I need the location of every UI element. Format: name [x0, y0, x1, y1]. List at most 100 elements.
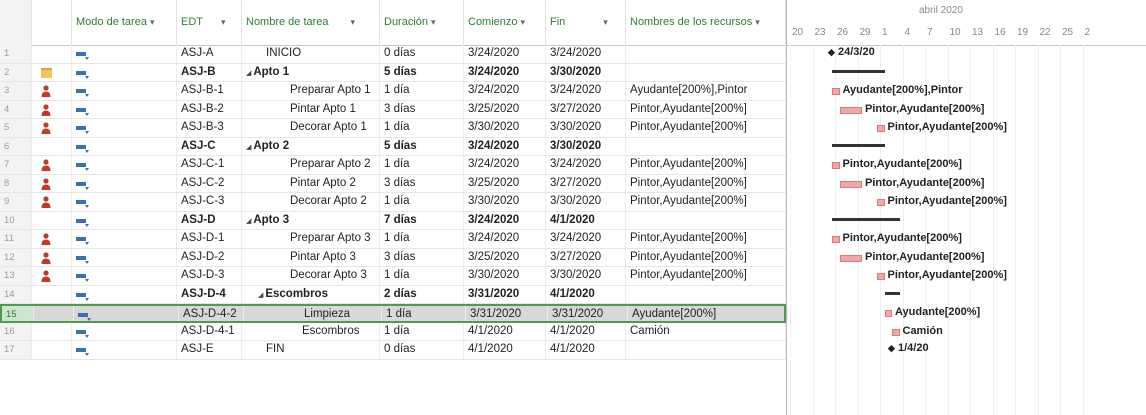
duration-cell[interactable]: 3 días [380, 100, 464, 118]
row-number[interactable]: 4 [0, 100, 32, 118]
task-mode-cell[interactable] [72, 211, 177, 229]
wbs-cell[interactable]: ASJ-B-2 [177, 100, 242, 118]
row-number[interactable]: 10 [0, 211, 32, 229]
start-cell[interactable]: 3/30/2020 [464, 267, 546, 285]
task-bar[interactable] [832, 162, 840, 169]
wbs-cell[interactable]: ASJ-D-2 [177, 248, 242, 266]
task-bar[interactable] [877, 125, 885, 132]
row-number[interactable]: 5 [0, 119, 32, 137]
duration-cell[interactable]: 5 días [380, 137, 464, 155]
finish-cell[interactable]: 3/30/2020 [546, 137, 626, 155]
task-mode-cell[interactable] [72, 137, 177, 155]
table-row[interactable]: 4 ASJ-B-2 Pintar Apto 1 3 días 3/25/2020 3/27… [0, 100, 786, 119]
start-cell[interactable]: 3/25/2020 [464, 248, 546, 266]
task-name-cell[interactable]: Preparar Apto 3 [242, 230, 380, 248]
task-name-cell[interactable]: FIN [242, 341, 380, 359]
task-name-cell[interactable]: Preparar Apto 1 [242, 82, 380, 100]
duration-cell[interactable]: 1 día [380, 156, 464, 174]
task-mode-cell[interactable] [72, 193, 177, 211]
resources-cell[interactable]: Ayudante[200%],Pintor [626, 82, 786, 100]
table-row[interactable]: 2 ASJ-B ◢ Apto 15 días 3/24/2020 3/30/2020 [0, 63, 786, 82]
task-name-cell[interactable]: INICIO [242, 45, 380, 63]
finish-cell[interactable]: 3/27/2020 [546, 174, 626, 192]
start-cell[interactable]: 3/24/2020 [464, 230, 546, 248]
row-number[interactable]: 11 [0, 230, 32, 248]
start-cell[interactable]: 3/25/2020 [464, 100, 546, 118]
task-bar[interactable] [877, 273, 885, 280]
task-mode-cell[interactable] [72, 267, 177, 285]
finish-cell[interactable]: 4/1/2020 [546, 211, 626, 229]
duration-cell[interactable]: 2 días [380, 285, 464, 303]
table-row[interactable]: 8 ASJ-C-2 Pintar Apto 2 3 días 3/25/2020 3/27… [0, 174, 786, 193]
finish-cell[interactable]: 3/24/2020 [546, 82, 626, 100]
resources-cell[interactable] [626, 285, 786, 303]
start-cell[interactable]: 3/30/2020 [464, 119, 546, 137]
start-cell[interactable]: 3/24/2020 [464, 45, 546, 63]
summary-bar[interactable] [832, 143, 885, 147]
resources-cell[interactable]: Pintor,Ayudante[200%] [626, 100, 786, 118]
resources-cell[interactable]: Pintor,Ayudante[200%] [626, 174, 786, 192]
indicator-cell[interactable] [32, 119, 72, 137]
wbs-cell[interactable]: ASJ-C [177, 137, 242, 155]
table-row[interactable]: 3 ASJ-B-1 Preparar Apto 11 día 3/24/2020 3/2… [0, 82, 786, 101]
table-row[interactable]: 9 ASJ-C-3 Decorar Apto 21 día 3/30/2020 3/30… [0, 193, 786, 212]
wbs-cell[interactable]: ASJ-B-1 [177, 82, 242, 100]
task-name-cell[interactable]: Decorar Apto 3 [242, 267, 380, 285]
wbs-column-header[interactable]: EDT ▾ [177, 0, 242, 45]
start-cell[interactable]: 3/24/2020 [464, 63, 546, 81]
task-mode-cell[interactable] [72, 63, 177, 81]
finish-cell[interactable]: 4/1/2020 [546, 322, 626, 340]
indicator-cell[interactable] [32, 45, 72, 63]
gantt-chart[interactable]: abril 2020 20 23 26 29 1 4 7 10 13 16 19 22 25 2 ◆ 24… [786, 0, 1146, 415]
indicator-cell[interactable] [32, 63, 72, 81]
start-cell[interactable]: 3/31/2020 [466, 306, 548, 321]
task-name-cell[interactable]: Limpieza [244, 306, 382, 321]
table-row[interactable]: 7 ASJ-C-1 Preparar Apto 21 día 3/24/2020 3/2… [0, 156, 786, 175]
row-number[interactable]: 6 [0, 137, 32, 155]
wbs-cell[interactable]: ASJ-C-2 [177, 174, 242, 192]
indicator-cell[interactable] [32, 156, 72, 174]
finish-column-header[interactable]: Fin ▾ [546, 0, 626, 45]
wbs-cell[interactable]: ASJ-D-4-2 [179, 306, 244, 321]
table-row[interactable]: 16 ASJ-D-4-1 Escombros 1 día 4/1/2020 4/1/202… [0, 322, 786, 341]
duration-cell[interactable]: 1 día [380, 267, 464, 285]
row-number[interactable]: 16 [0, 322, 32, 340]
summary-bar[interactable] [832, 69, 885, 73]
table-row[interactable]: 11 ASJ-D-1 Preparar Apto 31 día 3/24/2020 3/… [0, 230, 786, 249]
task-mode-cell[interactable] [74, 306, 179, 321]
milestone-marker[interactable]: ◆ 24/3/20 [828, 46, 875, 58]
table-row[interactable]: 14 ASJ-D-4 ◢ Escombros 2 días 3/31/2020 4/1/2… [0, 285, 786, 304]
duration-cell[interactable]: 1 día [380, 193, 464, 211]
start-cell[interactable]: 3/25/2020 [464, 174, 546, 192]
start-cell[interactable]: 3/24/2020 [464, 82, 546, 100]
table-row[interactable]: 17 ASJ-E FIN 0 días 4/1/2020 4/1/2020 [0, 341, 786, 360]
indicator-cell[interactable] [32, 137, 72, 155]
row-number-header[interactable] [0, 0, 32, 45]
wbs-cell[interactable]: ASJ-C-1 [177, 156, 242, 174]
duration-column-header[interactable]: Duración ▾ [380, 0, 464, 45]
indicator-cell[interactable] [32, 322, 72, 340]
task-name-cell[interactable]: Escombros [242, 322, 380, 340]
task-mode-cell[interactable] [72, 156, 177, 174]
indicator-cell[interactable] [32, 285, 72, 303]
task-mode-cell[interactable] [72, 174, 177, 192]
chevron-down-icon[interactable]: ▾ [351, 17, 356, 27]
resources-cell[interactable] [626, 63, 786, 81]
task-name-cell[interactable]: Pintar Apto 1 [242, 100, 380, 118]
task-bar[interactable] [877, 199, 885, 206]
finish-cell[interactable]: 3/31/2020 [548, 306, 628, 321]
task-bar[interactable] [839, 254, 862, 262]
task-bar[interactable] [884, 310, 892, 317]
start-column-header[interactable]: Comienzo ▾ [464, 0, 546, 45]
resources-cell[interactable]: Ayudante[200%] [628, 306, 788, 321]
start-cell[interactable]: 3/31/2020 [464, 285, 546, 303]
wbs-cell[interactable]: ASJ-D-4 [177, 285, 242, 303]
row-number[interactable]: 12 [0, 248, 32, 266]
finish-cell[interactable]: 3/30/2020 [546, 193, 626, 211]
name-column-header[interactable]: Nombre de tarea ▾ [242, 0, 380, 45]
wbs-cell[interactable]: ASJ-D [177, 211, 242, 229]
duration-cell[interactable]: 1 día [382, 306, 466, 321]
task-name-cell[interactable]: ◢ Apto 3 [242, 211, 380, 229]
task-bar[interactable] [892, 328, 900, 336]
wbs-cell[interactable]: ASJ-D-1 [177, 230, 242, 248]
